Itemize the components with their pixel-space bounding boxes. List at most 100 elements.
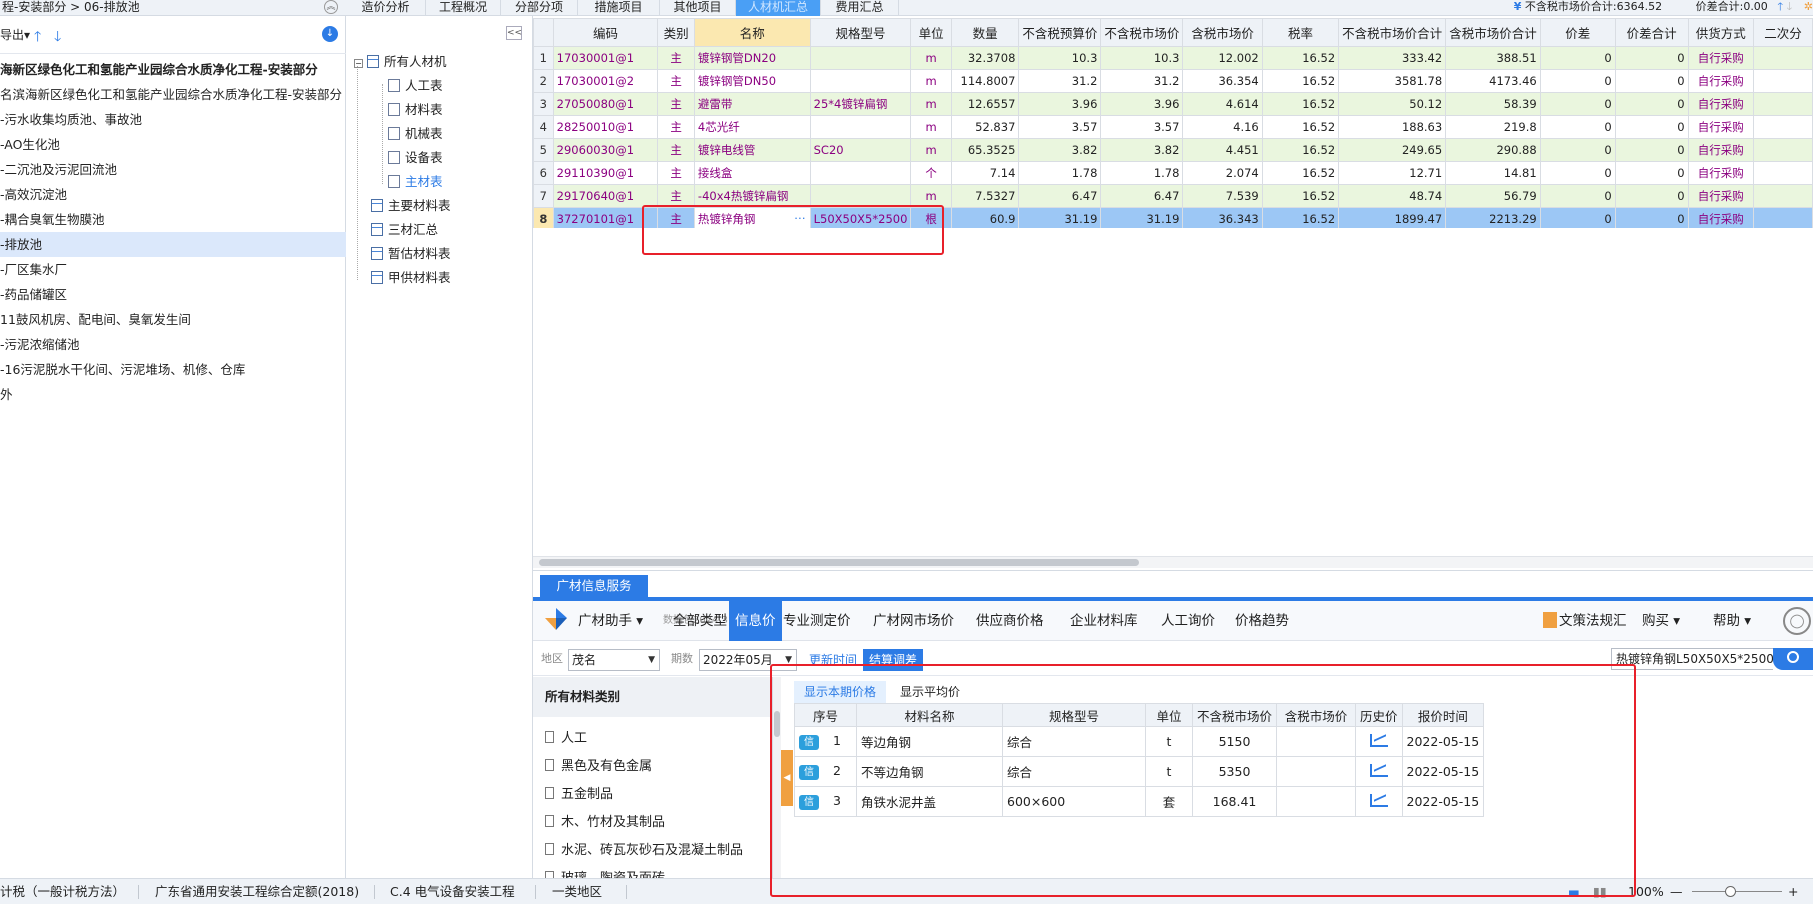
zoom-slider[interactable]	[1692, 891, 1782, 892]
search-input[interactable]: 热镀锌角钢L50X50X5*2500	[1611, 648, 1773, 670]
table-cell[interactable]: 16.52	[1261, 138, 1340, 162]
table-cell[interactable]: 0	[1539, 69, 1616, 93]
tree-item[interactable]: -二沉池及污泥回流池	[0, 157, 346, 182]
tree-toggle-icon[interactable]: −	[354, 59, 363, 68]
table-cell[interactable]: 3.96	[1018, 92, 1102, 116]
price-cell-date[interactable]: 2022-05-15	[1401, 726, 1485, 757]
table-cell[interactable]: 6.47	[1100, 184, 1184, 208]
table-cell[interactable]: 自行采购	[1687, 92, 1754, 116]
table-cell[interactable]: 10.3	[1018, 46, 1102, 70]
menu-item-2[interactable]: 专业测定价	[783, 601, 851, 641]
price-cell-no[interactable]: 信3	[794, 786, 857, 817]
search-button[interactable]	[1773, 648, 1813, 670]
table-cell[interactable]: 28250010@1	[552, 115, 659, 139]
table-cell[interactable]: 249.65	[1338, 138, 1447, 162]
column-header[interactable]: 类别	[657, 18, 695, 47]
table-cell[interactable]: 0	[1539, 161, 1616, 185]
row-number[interactable]: 4	[533, 115, 554, 139]
settle-adjust-button[interactable]: 结算调差	[863, 649, 924, 671]
table-cell[interactable]: 3581.78	[1338, 69, 1447, 93]
price-cell-spec[interactable]: 综合	[1002, 726, 1146, 757]
table-cell[interactable]: 12.71	[1338, 161, 1447, 185]
table-cell[interactable]: 290.88	[1445, 138, 1541, 162]
table-cell[interactable]: 根	[910, 207, 952, 228]
table-cell[interactable]	[809, 115, 912, 139]
tab-4[interactable]: 其他项目	[660, 0, 736, 16]
tree-item[interactable]: -排放池	[0, 232, 346, 257]
table-cell[interactable]: 4.16	[1182, 115, 1263, 139]
table-cell[interactable]: 2213.29	[1445, 207, 1541, 228]
column-header[interactable]: 单位	[910, 18, 952, 47]
table-cell[interactable]: 自行采购	[1687, 115, 1754, 139]
menu-item-7[interactable]: 价格趋势	[1235, 601, 1289, 641]
trend-chart-icon[interactable]	[1369, 793, 1388, 807]
table-cell[interactable]: 自行采购	[1687, 46, 1754, 70]
table-cell[interactable]: 6.47	[1018, 184, 1102, 208]
subtab-average-price[interactable]: 显示平均价	[890, 681, 970, 703]
table-cell[interactable]: m	[910, 184, 952, 208]
table-cell[interactable]: 0	[1614, 69, 1689, 93]
tab-1[interactable]: 工程概况	[426, 0, 501, 16]
column-header[interactable]: 价差	[1539, 18, 1616, 47]
trend-chart-icon[interactable]	[1369, 763, 1388, 777]
table-cell[interactable]: 56.79	[1445, 184, 1541, 208]
tree-item[interactable]: -16污泥脱水干化间、污泥堆场、机修、仓库	[0, 357, 346, 382]
table-cell[interactable]: 0	[1539, 184, 1616, 208]
tree-item-summary-2[interactable]: 暂估材料表	[371, 242, 451, 266]
column-header[interactable]: 不含税市场价	[1100, 18, 1184, 47]
table-cell[interactable]: 0	[1539, 46, 1616, 70]
table-cell[interactable]: 接线盒	[693, 161, 811, 185]
price-column-header[interactable]: 历史价	[1355, 703, 1403, 727]
table-cell[interactable]	[1752, 138, 1813, 162]
table-cell[interactable]: 58.39	[1445, 92, 1541, 116]
table-cell[interactable]: 37270101@1	[552, 207, 659, 228]
table-cell[interactable]: 60.9	[950, 207, 1020, 228]
table-cell[interactable]: 3.82	[1018, 138, 1102, 162]
row-number[interactable]: 5	[533, 138, 554, 162]
view-normal-icon[interactable]: ▬	[1568, 879, 1580, 905]
price-row[interactable]: 信 1 等边角钢 综合 t 5150 2022-05-15	[794, 726, 1485, 757]
period-select[interactable]: 2022年05月 ▼	[699, 649, 797, 671]
tab-6[interactable]: 费用汇总	[821, 0, 899, 16]
table-cell[interactable]: 2.074	[1182, 161, 1263, 185]
table-cell[interactable]: 主	[657, 46, 695, 70]
table-cell[interactable]: 避雷带	[693, 92, 811, 116]
tree-item-summary-1[interactable]: 三材汇总	[371, 218, 438, 242]
table-cell[interactable]: 29060030@1	[552, 138, 659, 162]
scrollbar-thumb[interactable]	[539, 559, 1139, 566]
category-item[interactable]: 五金制品	[545, 781, 613, 809]
table-cell[interactable]	[809, 184, 912, 208]
download-icon[interactable]: ↓	[322, 26, 338, 42]
table-cell[interactable]: 31.19	[1018, 207, 1102, 228]
price-cell-tax-price[interactable]	[1276, 756, 1357, 787]
price-cell-no[interactable]: 信1	[794, 726, 857, 757]
table-cell[interactable]: m	[910, 115, 952, 139]
tab-2[interactable]: 分部分项	[501, 0, 578, 16]
table-cell[interactable]: 388.51	[1445, 46, 1541, 70]
collapse-up-icon[interactable]: ︽	[324, 0, 338, 14]
table-row[interactable]: 8 37270101@1 主热镀锌角钢… L50X50X5*2500 根 60.9 31.1…	[533, 207, 1813, 228]
price-cell-price[interactable]: 5150	[1191, 726, 1278, 757]
table-cell[interactable]: 自行采购	[1687, 207, 1754, 228]
table-cell[interactable]: 主	[657, 115, 695, 139]
table-cell[interactable]: 0	[1539, 115, 1616, 139]
menu-item-0[interactable]: 全部类型	[673, 601, 727, 641]
column-header[interactable]: 数量	[950, 18, 1020, 47]
move-up-icon[interactable]: 🡑	[34, 26, 41, 50]
table-cell[interactable]: 16.52	[1261, 115, 1340, 139]
trend-chart-icon[interactable]	[1369, 733, 1388, 747]
column-header[interactable]: 不含税市场价合计	[1338, 18, 1447, 47]
move-down-icon[interactable]: 🡓	[54, 26, 61, 50]
price-row[interactable]: 信 3 角铁水泥井盖 600×600 套 168.41 2022-05-15	[794, 786, 1485, 817]
help-dropdown[interactable]: 帮助 ▾	[1713, 601, 1751, 641]
table-cell[interactable]: 自行采购	[1687, 161, 1754, 185]
row-number[interactable]: 8	[533, 207, 554, 228]
tree-item[interactable]: -污泥浓缩储池	[0, 332, 346, 357]
table-cell[interactable]	[1752, 69, 1813, 93]
tab-material-service[interactable]: 广材信息服务	[540, 575, 648, 597]
price-cell-date[interactable]: 2022-05-15	[1401, 786, 1485, 817]
table-cell[interactable]: 3.82	[1100, 138, 1184, 162]
table-cell[interactable]: 219.8	[1445, 115, 1541, 139]
settings-icon[interactable]: ✲	[1804, 0, 1813, 13]
expand-handle-icon[interactable]: ◀	[781, 750, 793, 806]
